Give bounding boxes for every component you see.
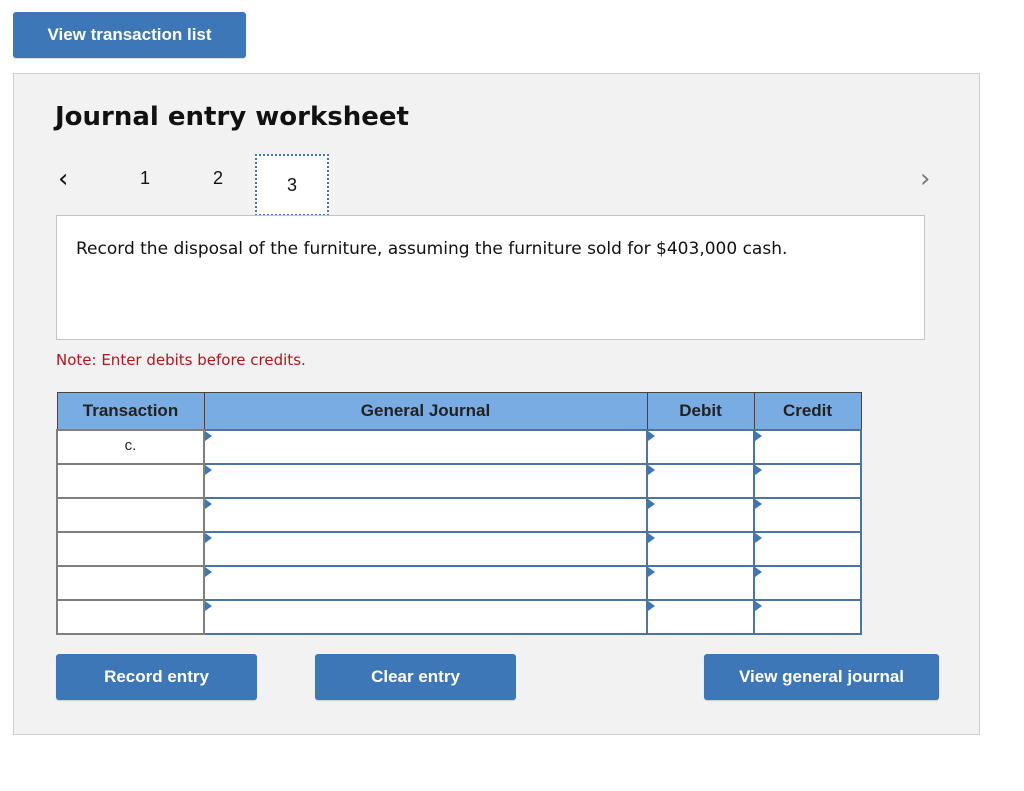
worksheet-title: Journal entry worksheet — [55, 102, 409, 132]
transaction-cell: c. — [56, 429, 205, 465]
tab-3-active[interactable]: 3 — [255, 154, 329, 216]
debit-input[interactable] — [646, 497, 755, 533]
column-header-credit: Credit — [753, 392, 862, 431]
chevron-left-icon[interactable]: ‹ — [58, 166, 68, 192]
table-row — [56, 497, 862, 533]
column-header-general-journal: General Journal — [203, 392, 648, 431]
table-row — [56, 531, 862, 567]
transaction-cell — [56, 497, 205, 533]
column-header-debit: Debit — [646, 392, 755, 431]
clear-entry-button[interactable]: Clear entry — [315, 654, 516, 700]
transaction-cell — [56, 599, 205, 635]
table-row — [56, 565, 862, 601]
credit-input[interactable] — [753, 599, 862, 635]
credit-input[interactable] — [753, 463, 862, 499]
table-row — [56, 463, 862, 499]
credit-input[interactable] — [753, 429, 862, 465]
tab-2[interactable]: 2 — [203, 168, 233, 189]
record-entry-button[interactable]: Record entry — [56, 654, 257, 700]
column-header-transaction: Transaction — [56, 392, 205, 431]
credit-input[interactable] — [753, 531, 862, 567]
debit-input[interactable] — [646, 429, 755, 465]
account-input[interactable] — [203, 497, 648, 533]
account-input[interactable] — [203, 463, 648, 499]
tab-1[interactable]: 1 — [130, 168, 160, 189]
transaction-cell — [56, 565, 205, 601]
debit-input[interactable] — [646, 531, 755, 567]
transaction-cell — [56, 463, 205, 499]
view-transaction-list-button[interactable]: View transaction list — [13, 12, 246, 58]
table-header-row: Transaction General Journal Debit Credit — [56, 392, 862, 431]
chevron-right-icon[interactable]: › — [920, 166, 930, 192]
journal-entry-worksheet-panel: Journal entry worksheet ‹ 1 2 3 › Record… — [13, 73, 980, 735]
debit-input[interactable] — [646, 565, 755, 601]
account-input[interactable] — [203, 565, 648, 601]
debit-input[interactable] — [646, 599, 755, 635]
transaction-cell — [56, 531, 205, 567]
credit-input[interactable] — [753, 565, 862, 601]
table-row: c. — [56, 429, 862, 465]
view-general-journal-button[interactable]: View general journal — [704, 654, 939, 700]
credit-input[interactable] — [753, 497, 862, 533]
debit-input[interactable] — [646, 463, 755, 499]
account-input[interactable] — [203, 531, 648, 567]
account-input[interactable] — [203, 429, 648, 465]
transaction-prompt: Record the disposal of the furniture, as… — [56, 215, 925, 340]
table-row — [56, 599, 862, 635]
entry-note: Note: Enter debits before credits. — [56, 351, 306, 369]
journal-table: Transaction General Journal Debit Credit… — [56, 392, 862, 635]
account-input[interactable] — [203, 599, 648, 635]
